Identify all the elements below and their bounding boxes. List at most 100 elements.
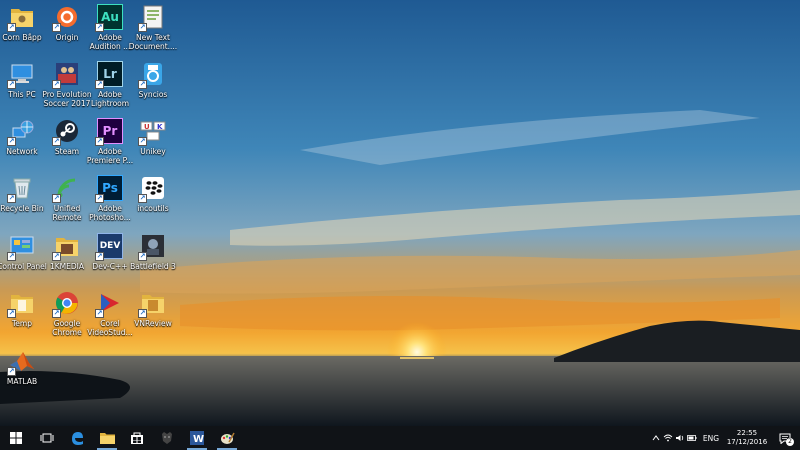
shortcut-arrow-icon: ↗ (7, 194, 16, 203)
matlab-icon: ↗ (7, 348, 35, 376)
desktop-shortcut[interactable]: ↗ MATLAB (0, 348, 44, 386)
taskbar-button-start-windows[interactable] (0, 426, 32, 450)
shortcut-arrow-icon: ↗ (52, 194, 61, 203)
desktop-shortcut-label: incoutils (137, 204, 169, 213)
desktop-shortcut[interactable]: ↗ incoutils (131, 175, 175, 213)
desktop-shortcut[interactable]: ↗ Corn Bắpp (0, 4, 44, 42)
desktop-shortcut[interactable]: ↗ Recycle Bin (0, 175, 44, 213)
shortcut-arrow-icon: ↗ (7, 23, 16, 32)
taskbar-button-game[interactable] (152, 426, 182, 450)
adobe-audition-icon: Au ↗ (95, 4, 123, 32)
desktop-icon-grid: ↗ Corn Bắpp ↗ Origin Au ↗ Adobe Audition ... ↗ N… (0, 0, 180, 426)
shortcut-arrow-icon: ↗ (7, 137, 16, 146)
desktop-shortcut[interactable]: Lr ↗ Adobe Lightroom (88, 61, 132, 108)
task-view-icon (40, 433, 54, 443)
clock-time: 22:55 (736, 429, 758, 437)
desktop-shortcut-label: Unikey (140, 147, 166, 156)
taskbar-button-edge[interactable] (62, 426, 92, 450)
shortcut-arrow-icon: ↗ (95, 252, 104, 261)
desktop-shortcut[interactable]: ↗ Control Panel (0, 233, 47, 271)
desktop-shortcut[interactable]: ↗ This PC (0, 61, 44, 99)
adobe-lightroom-icon: Lr ↗ (95, 61, 123, 89)
desktop-shortcut[interactable]: DEV ↗ Dev-C++ (88, 233, 132, 271)
paint-icon (220, 431, 235, 445)
game-icon (160, 431, 174, 445)
svg-text:W: W (193, 434, 204, 445)
notepad-icon: ↗ (138, 4, 166, 32)
desktop-shortcut[interactable]: ↗ Network (0, 118, 44, 156)
desktop-shortcut[interactable]: ↗ Pro Evolution Soccer 2017 (42, 61, 92, 108)
syncios-icon: ↗ (138, 61, 166, 89)
desktop-shortcut[interactable]: U K ↗ Unikey (131, 118, 175, 156)
desktop-shortcut-label: VNReview (134, 319, 172, 328)
control-panel-icon: ↗ (7, 233, 35, 261)
origin-icon: ↗ (52, 4, 80, 32)
desktop-shortcut[interactable]: ↗ Corel VideoStud... (87, 290, 133, 337)
folder-media-icon: ↗ (52, 233, 80, 261)
shortcut-arrow-icon: ↗ (52, 23, 61, 32)
volume-icon[interactable] (674, 426, 686, 450)
desktop-shortcut[interactable]: ↗ Battlefield 3 (130, 233, 176, 271)
desktop-shortcut[interactable]: ↗ Google Chrome (45, 290, 89, 337)
desktop-shortcut-label: Syncios (138, 90, 168, 99)
shortcut-arrow-icon: ↗ (95, 80, 104, 89)
desktop-shortcut[interactable]: Au ↗ Adobe Audition ... (88, 4, 132, 51)
taskbar-button-paint[interactable] (212, 426, 242, 450)
desktop-shortcut[interactable]: ↗ Temp (0, 290, 44, 328)
desktop-shortcut-label: MATLAB (6, 377, 38, 386)
desktop-shortcut[interactable]: ↗ VNReview (131, 290, 175, 328)
svg-text:U: U (144, 123, 150, 131)
dev-cpp-icon: DEV ↗ (95, 233, 123, 261)
action-center-icon[interactable]: 2 (770, 426, 800, 450)
desktop-shortcut[interactable]: ↗ Syncios (131, 61, 175, 99)
wifi-icon[interactable] (662, 426, 674, 450)
computer-icon: ↗ (7, 61, 35, 89)
shortcut-arrow-icon: ↗ (138, 23, 147, 32)
desktop-shortcut[interactable]: ↗ Unified Remote (45, 175, 89, 222)
shortcut-arrow-icon: ↗ (7, 309, 16, 318)
desktop-shortcut-label: New Text Document.... (128, 33, 178, 51)
desktop-shortcut[interactable]: ↗ New Text Document.... (129, 4, 177, 51)
desktop-shortcut[interactable]: ↗ Origin (45, 4, 89, 42)
language-indicator[interactable]: ENG (698, 434, 724, 443)
desktop-shortcut[interactable]: ↗ 1KMEDIA (45, 233, 89, 271)
taskbar-button-store[interactable] (122, 426, 152, 450)
word-icon: W (190, 431, 204, 445)
start-windows-icon (10, 432, 22, 444)
shortcut-arrow-icon: ↗ (7, 367, 16, 376)
pes-game-icon: ↗ (52, 61, 80, 89)
battery-icon[interactable] (686, 426, 698, 450)
desktop-shortcut-label: Battlefield 3 (130, 262, 176, 271)
taskbar-button-word[interactable]: W (182, 426, 212, 450)
shortcut-arrow-icon: ↗ (138, 80, 147, 89)
taskbar-button-task-view[interactable] (32, 426, 62, 450)
shortcut-arrow-icon: ↗ (138, 194, 147, 203)
taskbar-clock[interactable]: 22:55 17/12/2016 (724, 429, 770, 447)
folder-vnreview-icon: ↗ (138, 290, 166, 318)
network-icon: ↗ (7, 118, 35, 146)
desktop-shortcut[interactable]: ↗ Steam (45, 118, 89, 156)
shortcut-arrow-icon: ↗ (138, 309, 147, 318)
folder-temp-icon: ↗ (7, 290, 35, 318)
shortcut-arrow-icon: ↗ (138, 252, 147, 261)
shortcut-arrow-icon: ↗ (7, 80, 16, 89)
shortcut-arrow-icon: ↗ (7, 252, 16, 261)
taskbar: W ENG 22:55 17/12/2016 2 (0, 426, 800, 450)
svg-text:K: K (157, 123, 163, 131)
battlefield-icon: ↗ (138, 233, 166, 261)
edge-icon (70, 431, 84, 445)
desktop-shortcut[interactable]: Ps ↗ Adobe Photosho... (88, 175, 132, 222)
corel-videostudio-icon: ↗ (95, 290, 123, 318)
chrome-icon: ↗ (52, 290, 80, 318)
shortcut-arrow-icon: ↗ (95, 23, 104, 32)
unified-remote-icon: ↗ (52, 175, 80, 203)
file-explorer-icon (99, 432, 115, 444)
desktop-shortcut[interactable]: Pr ↗ Adobe Premiere P... (87, 118, 133, 165)
shortcut-arrow-icon: ↗ (95, 194, 104, 203)
tray-overflow-chevron-icon[interactable] (650, 426, 662, 450)
system-tray: ENG 22:55 17/12/2016 2 (650, 426, 800, 450)
blackberry-icon: ↗ (138, 175, 166, 203)
taskbar-button-file-explorer[interactable] (92, 426, 122, 450)
folder-user-icon: ↗ (7, 4, 35, 32)
shortcut-arrow-icon: ↗ (52, 252, 61, 261)
